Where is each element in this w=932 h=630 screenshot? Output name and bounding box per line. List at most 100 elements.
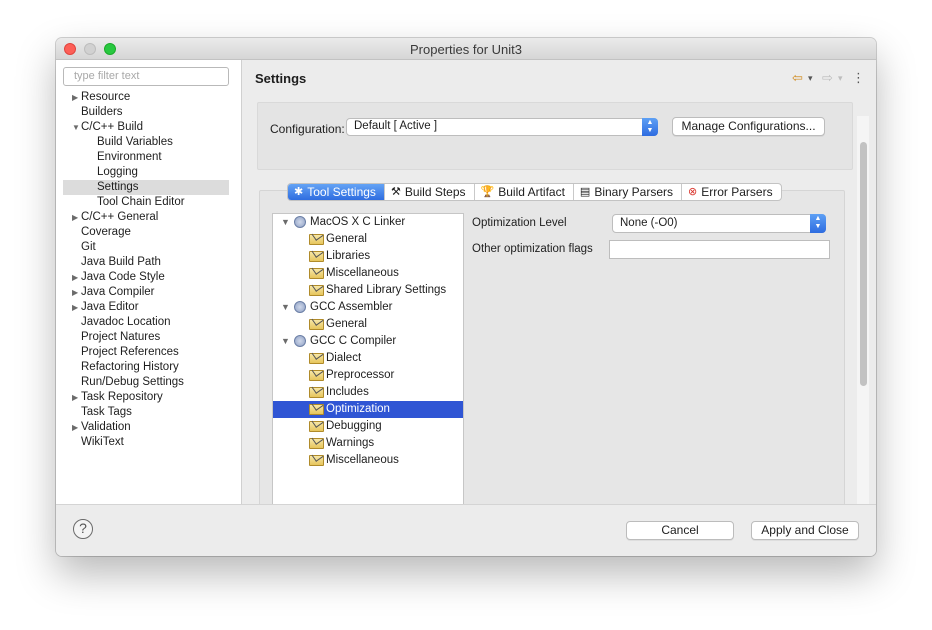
sidebar-item-java-build-path[interactable]: Java Build Path — [63, 255, 229, 270]
tool-tree-item-macos-linker[interactable]: ▼ MacOS X C Linker — [273, 214, 463, 231]
sidebar-item-validation[interactable]: ▶ Validation — [63, 420, 229, 435]
sidebar-item-cpp-build[interactable]: ▼ C/C++ Build — [63, 120, 229, 135]
tool-tree-label: Miscellaneous — [326, 267, 399, 279]
other-optimization-flags-label: Other optimization flags — [472, 243, 593, 255]
tab-label: Build Steps — [404, 185, 466, 199]
sidebar-item-logging[interactable]: Logging — [63, 165, 229, 180]
sidebar-item-cpp-general[interactable]: ▶ C/C++ General — [63, 210, 229, 225]
tab-error-parsers[interactable]: ⊗ Error Parsers — [682, 184, 781, 200]
settings-folder-icon — [309, 455, 324, 466]
select-caret-icon: ▲ ▼ — [642, 118, 658, 136]
sidebar-item-label: Logging — [97, 166, 138, 178]
sidebar-item-tool-chain-editor[interactable]: Tool Chain Editor — [63, 195, 229, 210]
tool-tree-item-compiler-miscellaneous[interactable]: Miscellaneous — [273, 452, 463, 469]
filter-input[interactable]: type filter text — [63, 67, 229, 86]
help-icon[interactable]: ? — [73, 519, 93, 539]
sidebar-item-label: Validation — [81, 421, 131, 433]
view-menu-icon[interactable]: ⋮ — [852, 70, 865, 86]
sidebar-item-git[interactable]: Git — [63, 240, 229, 255]
tool-tree-item-assembler-general[interactable]: General — [273, 316, 463, 333]
sidebar-item-label: Tool Chain Editor — [97, 196, 185, 208]
tool-tree-item-optimization[interactable]: Optimization — [273, 401, 463, 418]
collapse-arrow-icon[interactable]: ▼ — [281, 333, 290, 350]
sidebar-item-wikitext[interactable]: WikiText — [63, 435, 229, 450]
tab-build-steps[interactable]: ⚒ Build Steps — [385, 184, 475, 200]
sidebar-item-java-editor[interactable]: ▶ Java Editor — [63, 300, 229, 315]
sidebar-item-coverage[interactable]: Coverage — [63, 225, 229, 240]
sidebar-item-javadoc-location[interactable]: Javadoc Location — [63, 315, 229, 330]
build-steps-icon: ⚒ — [390, 186, 401, 198]
sidebar: type filter text ▶ Resource Builders ▼ C… — [56, 60, 242, 504]
tab-binary-parsers[interactable]: ▤ Binary Parsers — [574, 184, 683, 200]
collapse-arrow-icon[interactable]: ▼ — [72, 120, 80, 135]
forward-dropdown-icon[interactable]: ▾ — [838, 70, 843, 86]
sidebar-item-settings[interactable]: Settings — [63, 180, 229, 195]
title-bar: Properties for Unit3 — [56, 38, 876, 60]
tool-tree-item-gcc-assembler[interactable]: ▼ GCC Assembler — [273, 299, 463, 316]
expand-arrow-icon[interactable]: ▶ — [72, 390, 80, 405]
sidebar-item-label: Javadoc Location — [81, 316, 171, 328]
settings-content: Configuration: Default [ Active ] ▲ ▼ Man… — [255, 102, 857, 508]
expand-arrow-icon[interactable]: ▶ — [72, 420, 80, 435]
sidebar-item-task-repository[interactable]: ▶ Task Repository — [63, 390, 229, 405]
sidebar-item-build-variables[interactable]: Build Variables — [63, 135, 229, 150]
tool-tree-item-dialect[interactable]: Dialect — [273, 350, 463, 367]
collapse-arrow-icon[interactable]: ▼ — [281, 214, 290, 231]
tool-tree-item-linker-libraries[interactable]: Libraries — [273, 248, 463, 265]
expand-arrow-icon[interactable]: ▶ — [72, 270, 80, 285]
sidebar-item-project-natures[interactable]: Project Natures — [63, 330, 229, 345]
apply-and-close-button[interactable]: Apply and Close — [751, 521, 859, 540]
sidebar-item-project-references[interactable]: Project References — [63, 345, 229, 360]
cancel-button[interactable]: Cancel — [626, 521, 734, 540]
settings-folder-icon — [309, 319, 324, 330]
tool-tree-item-linker-general[interactable]: General — [273, 231, 463, 248]
sidebar-item-task-tags[interactable]: Task Tags — [63, 405, 229, 420]
configuration-select[interactable]: Default [ Active ] ▲ ▼ — [346, 118, 658, 136]
tool-tree-label: Libraries — [326, 250, 371, 262]
sidebar-item-label: Settings — [97, 181, 139, 193]
sidebar-item-label: Java Code Style — [81, 271, 165, 283]
expand-arrow-icon[interactable]: ▶ — [72, 285, 80, 300]
properties-window: Properties for Unit3 type filter text ▶ … — [56, 38, 876, 556]
tab-tool-settings[interactable]: ✱ Tool Settings — [288, 184, 385, 200]
sidebar-item-resource[interactable]: ▶ Resource — [63, 90, 229, 105]
tool-tree-item-debugging[interactable]: Debugging — [273, 418, 463, 435]
sidebar-item-label: Java Compiler — [81, 286, 155, 298]
manage-configurations-button[interactable]: Manage Configurations... — [672, 117, 825, 136]
collapse-arrow-icon[interactable]: ▼ — [281, 299, 290, 316]
tool-tree-item-includes[interactable]: Includes — [273, 384, 463, 401]
tool-tree-item-preprocessor[interactable]: Preprocessor — [273, 367, 463, 384]
expand-arrow-icon[interactable]: ▶ — [72, 210, 80, 225]
scrollbar-thumb[interactable] — [860, 142, 867, 386]
back-dropdown-icon[interactable]: ▾ — [808, 70, 813, 86]
configuration-panel: Configuration: Default [ Active ] ▲ ▼ Man… — [257, 102, 853, 170]
settings-tabs: ✱ Tool Settings ⚒ Build Steps 🏆 Build Ar… — [287, 183, 782, 201]
tab-label: Tool Settings — [307, 185, 376, 199]
tool-tree-label: Includes — [326, 386, 369, 398]
sidebar-item-label: Git — [81, 241, 96, 253]
forward-arrow-icon[interactable]: ⇨ — [822, 70, 833, 86]
sidebar-item-builders[interactable]: Builders — [63, 105, 229, 120]
optimization-level-select[interactable]: None (-O0) ▲ ▼ — [612, 214, 826, 233]
sidebar-item-java-compiler[interactable]: ▶ Java Compiler — [63, 285, 229, 300]
sidebar-item-refactoring-history[interactable]: Refactoring History — [63, 360, 229, 375]
other-optimization-flags-input[interactable] — [609, 240, 830, 259]
expand-arrow-icon[interactable]: ▶ — [72, 90, 80, 105]
expand-arrow-icon[interactable]: ▶ — [72, 300, 80, 315]
sidebar-item-run-debug-settings[interactable]: Run/Debug Settings — [63, 375, 229, 390]
tool-tree-item-gcc-c-compiler[interactable]: ▼ GCC C Compiler — [273, 333, 463, 350]
vertical-scrollbar[interactable] — [857, 116, 869, 512]
settings-folder-icon — [309, 421, 324, 432]
tool-tree-item-warnings[interactable]: Warnings — [273, 435, 463, 452]
binary-file-icon: ▤ — [579, 186, 591, 198]
sidebar-item-java-code-style[interactable]: ▶ Java Code Style — [63, 270, 229, 285]
sidebar-item-environment[interactable]: Environment — [63, 150, 229, 165]
back-arrow-icon[interactable]: ⇦ — [792, 70, 803, 86]
sidebar-item-label: Builders — [81, 106, 123, 118]
optimization-level-value: None (-O0) — [620, 217, 678, 229]
tab-label: Build Artifact — [498, 185, 565, 199]
tab-build-artifact[interactable]: 🏆 Build Artifact — [475, 184, 574, 200]
sidebar-item-label: Task Repository — [81, 391, 163, 403]
tool-tree-item-linker-miscellaneous[interactable]: Miscellaneous — [273, 265, 463, 282]
tool-tree-item-shared-library-settings[interactable]: Shared Library Settings — [273, 282, 463, 299]
